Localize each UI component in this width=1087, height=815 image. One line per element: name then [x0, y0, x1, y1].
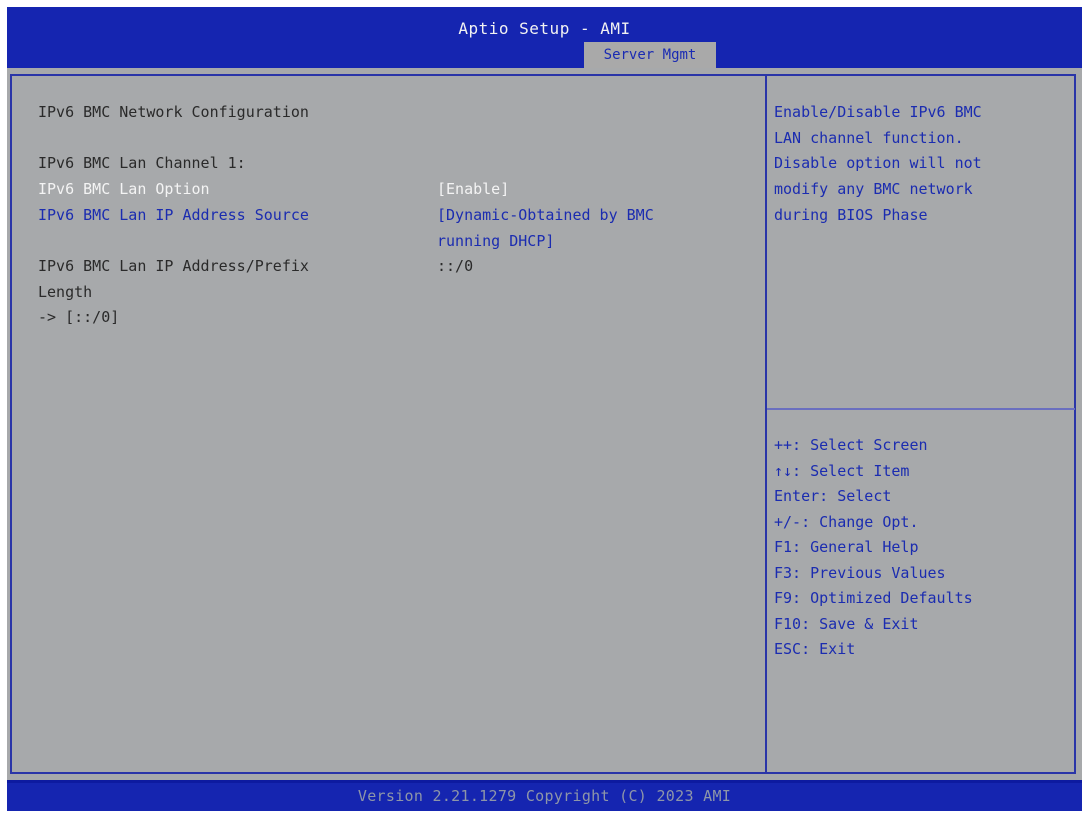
key-optimized-defaults: F9: Optimized Defaults	[774, 589, 973, 607]
key-change-opt: +/-: Change Opt.	[774, 513, 919, 531]
vertical-divider	[765, 74, 767, 774]
key-general-help: F1: General Help	[774, 538, 919, 556]
option-ip-address-source-value-line2[interactable]: running DHCP]	[437, 228, 554, 254]
address-prefix-value: ::/0	[437, 257, 474, 275]
address-prefix-label-line2: Length	[38, 283, 93, 301]
key-esc-exit: ESC: Exit	[774, 640, 856, 658]
option-lan-option-value[interactable]: [Enable]	[437, 176, 509, 202]
help-line: modify any BMC network	[774, 180, 973, 198]
tab-server-mgmt[interactable]: Server Mgmt	[584, 42, 716, 68]
address-prefix-label-line1: IPv6 BMC Lan IP Address/Prefix	[38, 257, 309, 275]
help-line: during BIOS Phase	[774, 206, 928, 224]
main-panel: IPv6 BMC Network Configuration IPv6 BMC …	[7, 68, 1082, 780]
help-line: Enable/Disable IPv6 BMC	[774, 103, 982, 121]
address-current: -> [::/0]	[38, 308, 120, 326]
footer-bar: Version 2.21.1279 Copyright (C) 2023 AMI	[7, 783, 1082, 811]
option-ip-address-source-label[interactable]: IPv6 BMC Lan IP Address Source	[38, 202, 309, 228]
option-ip-address-source-value-line1[interactable]: [Dynamic-Obtained by BMC	[437, 202, 654, 228]
app-title: Aptio Setup - AMI	[458, 19, 631, 38]
option-lan-option-label[interactable]: IPv6 BMC Lan Option	[38, 176, 210, 202]
help-line: LAN channel function.	[774, 129, 964, 147]
key-select-item: ↑↓: Select Item	[774, 462, 910, 480]
key-enter-select: Enter: Select	[774, 487, 892, 505]
key-save-exit: F10: Save & Exit	[774, 615, 919, 633]
help-line: Disable option will not	[774, 154, 982, 172]
bios-screen: Aptio Setup - AMI Server Mgmt IPv6 BMC N…	[7, 7, 1082, 811]
header-bar: Aptio Setup - AMI Server Mgmt	[7, 7, 1082, 68]
channel-label: IPv6 BMC Lan Channel 1:	[38, 154, 246, 172]
key-previous-values: F3: Previous Values	[774, 564, 946, 582]
section-title: IPv6 BMC Network Configuration	[38, 103, 309, 121]
version-text: Version 2.21.1279 Copyright (C) 2023 AMI	[357, 787, 732, 805]
key-select-screen: ++: Select Screen	[774, 436, 928, 454]
help-divider	[767, 408, 1075, 410]
